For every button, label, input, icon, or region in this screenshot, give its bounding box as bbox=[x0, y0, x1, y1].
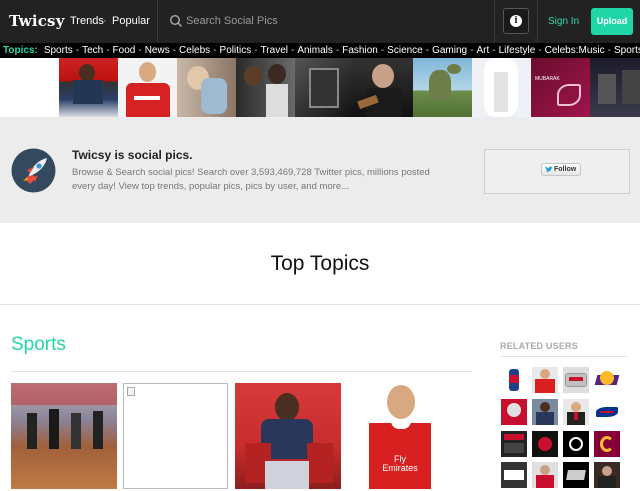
strip-thumbnail[interactable] bbox=[177, 58, 236, 117]
hero-description: Browse & Search social pics! Search over… bbox=[72, 167, 430, 192]
ticker-separator: - bbox=[425, 45, 430, 56]
topic-link[interactable]: Celebs:Music bbox=[545, 45, 605, 56]
brand-logo[interactable]: Twicsy bbox=[9, 12, 65, 30]
nav-divider bbox=[157, 0, 158, 43]
related-user-avatar[interactable] bbox=[501, 399, 527, 425]
upload-button[interactable]: Upload bbox=[591, 8, 633, 35]
topic-link[interactable]: Fashion bbox=[342, 45, 378, 56]
strip-thumbnail[interactable] bbox=[59, 58, 118, 117]
related-user-avatar[interactable] bbox=[594, 462, 620, 488]
twitter-bird-icon bbox=[545, 166, 553, 172]
search-input[interactable] bbox=[186, 13, 346, 29]
topic-link[interactable]: Food bbox=[113, 45, 136, 56]
ticker-separator: - bbox=[335, 45, 340, 56]
strip-thumbnail[interactable] bbox=[0, 58, 59, 117]
related-user-avatar[interactable] bbox=[563, 462, 589, 488]
sign-in-link[interactable]: Sign In bbox=[548, 16, 579, 27]
related-user-avatar[interactable] bbox=[501, 462, 527, 488]
ticker-separator: - bbox=[492, 45, 496, 56]
strip-thumbnail[interactable] bbox=[413, 58, 472, 117]
sports-pic[interactable] bbox=[235, 383, 341, 489]
strip-thumbnail[interactable]: MUBARAK bbox=[531, 58, 590, 117]
ticker-separator: - bbox=[538, 45, 542, 56]
ticker-separator: - bbox=[75, 45, 80, 56]
strip-thumbnail[interactable] bbox=[118, 58, 177, 117]
related-user-avatar[interactable] bbox=[594, 367, 620, 393]
search-icon bbox=[169, 14, 183, 28]
topic-link[interactable]: Politics bbox=[220, 45, 252, 56]
related-user-avatar[interactable] bbox=[532, 462, 558, 488]
strip-thumbnail[interactable] bbox=[354, 58, 413, 117]
ticker-separator: - bbox=[470, 45, 474, 56]
related-user-avatar[interactable] bbox=[501, 367, 527, 393]
related-user-avatar[interactable] bbox=[563, 399, 589, 425]
broken-image-icon bbox=[127, 387, 135, 396]
related-user-avatar[interactable] bbox=[594, 431, 620, 457]
follow-label: Follow bbox=[554, 166, 577, 173]
strip-thumbnail[interactable] bbox=[590, 58, 640, 117]
topic-link[interactable]: News bbox=[145, 45, 170, 56]
twitter-follow-button[interactable]: Follow bbox=[541, 163, 581, 176]
top-navbar: Twicsy Trends · Popular i Sign In Upload bbox=[0, 0, 640, 43]
related-user-avatar[interactable] bbox=[532, 399, 558, 425]
trending-image-strip: MUBARAK bbox=[0, 58, 640, 117]
ticker-separator: - bbox=[106, 45, 110, 56]
nav-separator: · bbox=[103, 15, 107, 27]
topic-link[interactable]: Sports bbox=[44, 45, 73, 56]
related-user-avatar[interactable] bbox=[532, 431, 558, 457]
section-rule bbox=[11, 371, 472, 372]
topic-link[interactable]: Gaming bbox=[432, 45, 467, 56]
sports-section-title[interactable]: Sports bbox=[11, 334, 66, 356]
related-rule bbox=[500, 356, 628, 357]
related-user-avatar[interactable] bbox=[501, 431, 527, 457]
strip-thumbnail[interactable] bbox=[472, 58, 531, 117]
ticker-separator: - bbox=[254, 45, 258, 56]
nav-divider bbox=[537, 0, 538, 43]
related-user-avatar[interactable] bbox=[532, 367, 558, 393]
page-heading: Top Topics bbox=[270, 252, 370, 275]
ticker-separator: - bbox=[172, 45, 177, 56]
related-users-title: RELATED USERS bbox=[500, 341, 578, 351]
topics-ticker: Topics: Sports - Tech - Food - News - Celebs - Poli… bbox=[0, 43, 640, 58]
ticker-separator: - bbox=[290, 45, 295, 56]
topic-link[interactable]: Science bbox=[387, 45, 423, 56]
related-user-avatar[interactable] bbox=[594, 399, 620, 425]
sports-pic-broken[interactable] bbox=[123, 383, 228, 489]
topic-link[interactable]: Travel bbox=[261, 45, 288, 56]
sports-pic[interactable]: Fly Emirates bbox=[347, 383, 453, 489]
info-button[interactable]: i bbox=[503, 8, 529, 34]
related-user-avatar[interactable] bbox=[563, 431, 589, 457]
ticker-separator: - bbox=[607, 45, 611, 56]
topic-link[interactable]: Art bbox=[476, 45, 489, 56]
info-icon: i bbox=[510, 15, 522, 27]
section-divider bbox=[0, 304, 640, 305]
topic-link[interactable]: Sports:NFL bbox=[614, 45, 640, 56]
sports-pic[interactable] bbox=[11, 383, 117, 489]
ticker-separator: - bbox=[380, 45, 385, 56]
strip-thumbnail[interactable] bbox=[236, 58, 295, 117]
hero-title: Twicsy is social pics. bbox=[72, 148, 193, 162]
topic-link[interactable]: Tech bbox=[82, 45, 103, 56]
topics-label: Topics: bbox=[3, 45, 38, 56]
nav-divider bbox=[494, 0, 495, 43]
ticker-separator: - bbox=[138, 45, 142, 56]
nav-popular-link[interactable]: Popular bbox=[112, 15, 150, 27]
ticker-separator: - bbox=[213, 45, 217, 56]
nav-trends-link[interactable]: Trends bbox=[70, 15, 104, 27]
topic-link[interactable]: Celebs bbox=[179, 45, 210, 56]
rocket-logo-icon bbox=[11, 148, 56, 193]
related-user-avatar[interactable] bbox=[563, 367, 589, 393]
topic-link[interactable]: Animals bbox=[297, 45, 333, 56]
topic-link[interactable]: Lifestyle bbox=[499, 45, 536, 56]
strip-thumbnail[interactable] bbox=[295, 58, 354, 117]
